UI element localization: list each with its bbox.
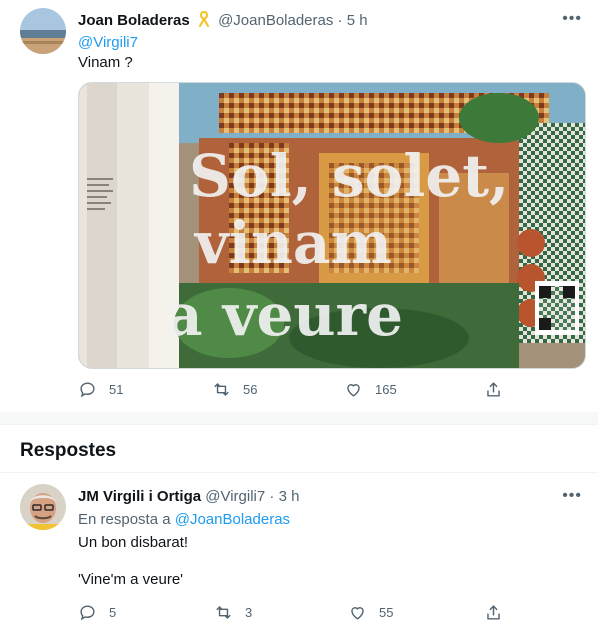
author-handle[interactable]: @JoanBoladeras [218, 12, 333, 29]
retweet-count: 56 [243, 382, 258, 397]
reply-reply-button[interactable]: 5 [78, 603, 116, 622]
reply-icon [80, 605, 95, 621]
reply-text-line1: Un bon disbarat! [78, 534, 189, 551]
replies-heading: Respostes [20, 440, 117, 461]
reply-more-options-icon[interactable]: ••• [562, 487, 582, 505]
tweet-header: Joan Boladeras @JoanBoladeras · 5 h [78, 10, 368, 31]
retweet-icon [216, 606, 231, 619]
reply-header: JM Virgili i Ortiga @Virgili7 · 3 h [78, 488, 299, 505]
reply-retweet-button[interactable]: 3 [214, 603, 252, 622]
in-reply-to-link[interactable]: @JoanBoladeras [175, 511, 290, 528]
author-avatar[interactable] [20, 8, 66, 54]
heart-icon [347, 384, 360, 397]
like-count: 165 [375, 382, 397, 397]
photo-headline-line3: a veure [165, 281, 403, 349]
reply-icon [80, 382, 95, 398]
like-button[interactable]: 165 [344, 380, 397, 399]
reply-retweet-count: 3 [245, 605, 253, 620]
share-icon [487, 382, 500, 397]
reply-author-handle[interactable]: @Virgili7 [205, 488, 265, 505]
more-options-icon[interactable]: ••• [562, 10, 582, 28]
reply-count: 51 [109, 382, 124, 397]
reply-time[interactable]: · 3 h [269, 488, 299, 505]
tweet-photo[interactable]: Sol, solet, vinam a veure [78, 82, 586, 369]
yellow-ribbon-icon [198, 10, 210, 31]
mention-link[interactable]: @Virgili7 [78, 34, 138, 51]
tweet-text: Vinam ? [78, 54, 133, 71]
reply-text-line2: 'Vine'm a veure' [78, 571, 184, 588]
reply-button[interactable]: 51 [78, 380, 123, 399]
photo-headline-line1: Sol, solet, [189, 142, 509, 210]
photo-magazine-illustration: Sol, solet, vinam a veure [79, 83, 585, 368]
reply-author-avatar[interactable] [20, 484, 66, 530]
share-button[interactable] [484, 380, 515, 399]
reply-like-button[interactable]: 55 [348, 603, 393, 622]
main-tweet[interactable]: Joan Boladeras @JoanBoladeras · 5 h ••• … [0, 0, 598, 412]
retweet-icon [214, 383, 229, 396]
reply-tweet[interactable]: JM Virgili i Ortiga @Virgili7 · 3 h ••• … [0, 473, 598, 632]
share-icon [487, 605, 500, 620]
divider [0, 424, 598, 425]
tweet-time[interactable]: · 5 h [338, 12, 368, 29]
reply-author-name[interactable]: JM Virgili i Ortiga [78, 488, 201, 505]
photo-headline-line2: vinam [193, 209, 392, 277]
tweet-actions: 51 56 165 [78, 380, 500, 404]
reply-actions: 5 3 55 [78, 603, 500, 627]
reply-share-button[interactable] [484, 603, 515, 622]
in-reply-to-label: En resposta a [78, 511, 171, 528]
section-gap [0, 412, 598, 424]
reply-reply-count: 5 [109, 605, 117, 620]
heart-icon [351, 607, 364, 620]
reply-like-count: 55 [379, 605, 394, 620]
author-name[interactable]: Joan Boladeras [78, 12, 190, 29]
retweet-button[interactable]: 56 [212, 380, 257, 399]
